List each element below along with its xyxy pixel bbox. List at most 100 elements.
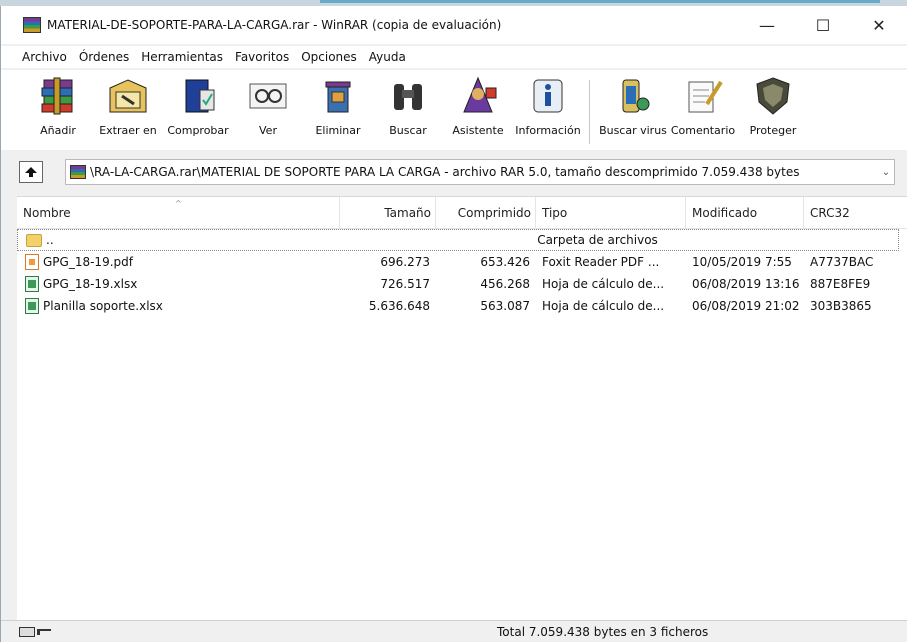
info-button[interactable]: Información (513, 74, 583, 150)
status-icons (19, 626, 51, 637)
test-button[interactable]: Comprobar (163, 74, 233, 150)
compressed-cell: 456.268 (480, 277, 530, 291)
delete-label: Eliminar (315, 124, 361, 137)
status-bar: Total 7.059.438 bytes en 3 ficheros (1, 620, 907, 642)
column-type[interactable]: Tipo (536, 196, 686, 229)
pdf-file-icon (25, 254, 39, 270)
drive-icon[interactable] (19, 626, 35, 637)
modified-cell: 06/08/2019 21:02 (692, 299, 800, 313)
test-icon (176, 74, 220, 118)
view-icon (246, 74, 290, 118)
up-folder-button[interactable] (19, 161, 43, 183)
compressed-cell: 563.087 (480, 299, 530, 313)
wizard-button[interactable]: Asistente (443, 74, 513, 150)
comment-button[interactable]: Comentario (668, 74, 738, 150)
column-compressed[interactable]: Comprimido (436, 196, 536, 229)
up-arrow-icon (25, 167, 37, 177)
file-name: GPG_18-19.pdf (43, 255, 133, 269)
extract-button[interactable]: Extraer en (93, 74, 163, 150)
wizard-label: Asistente (452, 124, 504, 137)
menu-ordenes[interactable]: Órdenes (79, 50, 129, 64)
modified-cell: 10/05/2019 7:55 (692, 255, 792, 269)
excel-file-icon (25, 276, 39, 292)
sort-indicator-icon: ^ (175, 199, 182, 208)
table-row[interactable]: GPG_18-19.xlsx 726.517 456.268 Hoja de c… (17, 273, 907, 295)
menu-favoritos[interactable]: Favoritos (235, 50, 289, 64)
crc-cell: 887E8FE9 (810, 277, 871, 291)
file-name: .. (46, 233, 54, 247)
type-cell: Carpeta de archivos (537, 233, 658, 247)
close-button[interactable]: ✕ (851, 6, 907, 44)
key-icon[interactable] (37, 628, 51, 635)
rar-archive-icon (70, 165, 86, 179)
title-bar[interactable]: MATERIAL-DE-SOPORTE-PARA-LA-CARGA.rar - … (1, 6, 907, 44)
file-name: Planilla soporte.xlsx (43, 299, 163, 313)
chevron-down-icon[interactable]: ⌄ (878, 167, 894, 178)
extract-label: Extraer en (99, 124, 157, 137)
file-name: GPG_18-19.xlsx (43, 277, 138, 291)
window-title: MATERIAL-DE-SOPORTE-PARA-LA-CARGA.rar - … (47, 18, 502, 32)
extract-icon (106, 74, 150, 118)
virus-scan-icon (611, 74, 655, 118)
virus-scan-label: Buscar virus (599, 124, 667, 137)
size-cell: 5.636.648 (368, 299, 430, 313)
toolbar-separator (589, 80, 590, 144)
comment-icon (681, 74, 725, 118)
modified-cell: 06/08/2019 13:16 (692, 277, 800, 291)
column-modified[interactable]: Modificado (686, 196, 804, 229)
table-row[interactable]: GPG_18-19.pdf 696.273 653.426 Foxit Read… (17, 251, 907, 273)
comment-label: Comentario (670, 124, 736, 137)
size-cell: 726.517 (380, 277, 430, 291)
minimize-button[interactable]: — (739, 6, 795, 44)
maximize-button[interactable]: ☐ (795, 6, 851, 44)
name-cell: GPG_18-19.pdf (17, 254, 340, 270)
find-button[interactable]: Buscar (373, 74, 443, 150)
path-text: \RA-LA-CARGA.rar\MATERIAL DE SOPORTE PAR… (90, 165, 800, 179)
delete-icon (316, 74, 360, 118)
protect-label: Proteger (749, 124, 797, 137)
view-button[interactable]: Ver (233, 74, 303, 150)
view-label: Ver (259, 124, 277, 137)
virus-scan-button[interactable]: Buscar virus (598, 74, 668, 150)
shield-icon (751, 74, 795, 118)
name-cell: GPG_18-19.xlsx (17, 276, 340, 292)
add-books-icon (36, 74, 80, 118)
binoculars-icon (386, 74, 430, 118)
menu-bar: Archivo Órdenes Herramientas Favoritos O… (1, 46, 907, 68)
column-crc32[interactable]: CRC32 (804, 197, 907, 229)
type-cell: Hoja de cálculo de... (542, 277, 665, 291)
winrar-app-icon (23, 17, 41, 33)
name-cell: Planilla soporte.xlsx (17, 298, 340, 314)
info-label: Información (515, 124, 581, 137)
excel-file-icon (25, 298, 39, 314)
address-bar: \RA-LA-CARGA.rar\MATERIAL DE SOPORTE PAR… (1, 155, 907, 189)
table-row-parent[interactable]: .. Carpeta de archivos (17, 229, 899, 251)
winrar-window: MATERIAL-DE-SOPORTE-PARA-LA-CARGA.rar - … (0, 6, 907, 642)
size-cell: 696.273 (380, 255, 430, 269)
menu-herramientas[interactable]: Herramientas (141, 50, 223, 64)
type-cell: Hoja de cálculo de... (542, 299, 665, 313)
menu-ayuda[interactable]: Ayuda (369, 50, 406, 64)
find-label: Buscar (389, 124, 427, 137)
file-list-header: ^ Nombre Tamaño Comprimido Tipo Modifica… (17, 196, 907, 229)
delete-button[interactable]: Eliminar (303, 74, 373, 150)
add-button[interactable]: Añadir (23, 74, 93, 150)
table-row[interactable]: Planilla soporte.xlsx 5.636.648 563.087 … (17, 295, 907, 317)
test-label: Comprobar (167, 124, 229, 137)
column-size[interactable]: Tamaño (340, 196, 436, 229)
accent-line (320, 0, 880, 3)
crc-cell: 303B3865 (810, 299, 872, 313)
add-label: Añadir (40, 124, 76, 137)
protect-button[interactable]: Proteger (738, 74, 808, 150)
compressed-cell: 653.426 (480, 255, 530, 269)
path-field[interactable]: \RA-LA-CARGA.rar\MATERIAL DE SOPORTE PAR… (65, 159, 895, 185)
crc-cell: A7737BAC (810, 255, 874, 269)
menu-opciones[interactable]: Opciones (301, 50, 357, 64)
file-list: ^ Nombre Tamaño Comprimido Tipo Modifica… (17, 196, 907, 620)
toolbar: Añadir Extraer en Comprobar Ver Eliminar (1, 70, 907, 150)
status-text: Total 7.059.438 bytes en 3 ficheros (497, 624, 709, 639)
info-icon (526, 74, 570, 118)
menu-archivo[interactable]: Archivo (22, 50, 67, 64)
wizard-icon (456, 74, 500, 118)
folder-icon (26, 233, 42, 247)
